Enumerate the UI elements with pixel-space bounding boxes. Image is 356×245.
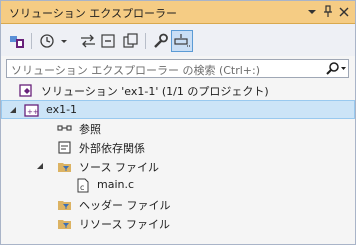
tree-item-label: ソリューション 'ex1-1' (1/1 のプロジェクト) — [41, 85, 269, 98]
search-input[interactable]: ソリューション エクスプローラー の検索 (Ctrl+:) — [6, 59, 349, 78]
collapse-all-button[interactable] — [101, 33, 117, 49]
title-bar: ソリューション エクスプローラー — [1, 1, 355, 24]
home-switch-button[interactable] — [9, 33, 25, 49]
expanded-arrow-icon — [10, 107, 16, 113]
show-all-files-button[interactable] — [122, 33, 138, 49]
solution-icon — [19, 84, 32, 97]
svg-text:c: c — [80, 183, 84, 192]
close-icon — [339, 7, 349, 17]
external-deps-icon — [58, 141, 71, 154]
preview-selected-icon — [174, 34, 190, 47]
expanded-arrow-icon — [37, 163, 43, 169]
tree-item-references[interactable]: 参照 — [1, 119, 355, 138]
filter-folder-icon — [58, 220, 71, 229]
pin-icon — [324, 5, 332, 17]
chevron-down-icon — [308, 10, 316, 14]
toolbar-separator — [31, 33, 32, 49]
c-file-icon: c — [77, 178, 89, 193]
search-options-button[interactable] — [322, 60, 348, 77]
tree-item-source-files[interactable]: ソース ファイル — [1, 157, 355, 176]
tree-item-project[interactable]: ++ ex1-1 — [1, 100, 355, 119]
solution-explorer-panel: ソリューション エクスプローラー ソリューション エクスプローラー の検索 (C… — [0, 0, 356, 245]
project-icon: ++ — [24, 104, 39, 117]
sync-icon — [81, 34, 95, 48]
tree-item-main-c[interactable]: c main.c — [1, 176, 355, 195]
sync-with-active-document-button[interactable] — [79, 33, 95, 49]
tree-item-label: 参照 — [79, 123, 101, 136]
tree-item-label: ex1-1 — [46, 103, 78, 116]
pin-button[interactable] — [321, 4, 335, 19]
search-icon — [326, 62, 346, 75]
expander-icon[interactable] — [8, 104, 18, 116]
history-icon — [40, 34, 54, 48]
expander-icon[interactable] — [35, 160, 45, 172]
tree-item-external-deps[interactable]: 外部依存関係 — [1, 138, 355, 157]
close-button[interactable] — [337, 4, 351, 19]
properties-wrench-icon — [154, 33, 168, 48]
toolbar-separator — [145, 33, 146, 49]
tree-item-label: ソース ファイル — [79, 161, 159, 174]
pending-changes-button[interactable] — [39, 33, 55, 49]
pending-changes-dropdown[interactable] — [59, 33, 69, 49]
dropdown-arrow-icon — [61, 40, 67, 43]
tree-item-label: ヘッダー ファイル — [79, 199, 171, 212]
tree-item-label: 外部依存関係 — [79, 142, 145, 155]
filter-folder-icon — [58, 163, 71, 172]
tree-item-label: main.c — [97, 178, 135, 191]
window-menu-button[interactable] — [305, 4, 319, 19]
references-icon — [57, 125, 72, 131]
home-switch-icon — [10, 36, 24, 48]
search-placeholder: ソリューション エクスプローラー の検索 (Ctrl+:) — [11, 64, 261, 77]
toolbar — [1, 24, 355, 56]
panel-title: ソリューション エクスプローラー — [9, 7, 177, 20]
tree-item-header-files[interactable]: ヘッダー ファイル — [1, 195, 355, 214]
tree-item-solution[interactable]: ソリューション 'ex1-1' (1/1 のプロジェクト) — [1, 81, 355, 100]
show-all-files-icon — [123, 33, 138, 48]
properties-button[interactable] — [152, 33, 168, 49]
collapse-all-icon — [101, 34, 115, 48]
svg-text:++: ++ — [27, 108, 39, 116]
preview-selected-button[interactable] — [171, 30, 193, 52]
tree-item-label: リソース ファイル — [79, 218, 170, 231]
filter-folder-icon — [58, 201, 71, 210]
tree-item-resource-files[interactable]: リソース ファイル — [1, 214, 355, 233]
